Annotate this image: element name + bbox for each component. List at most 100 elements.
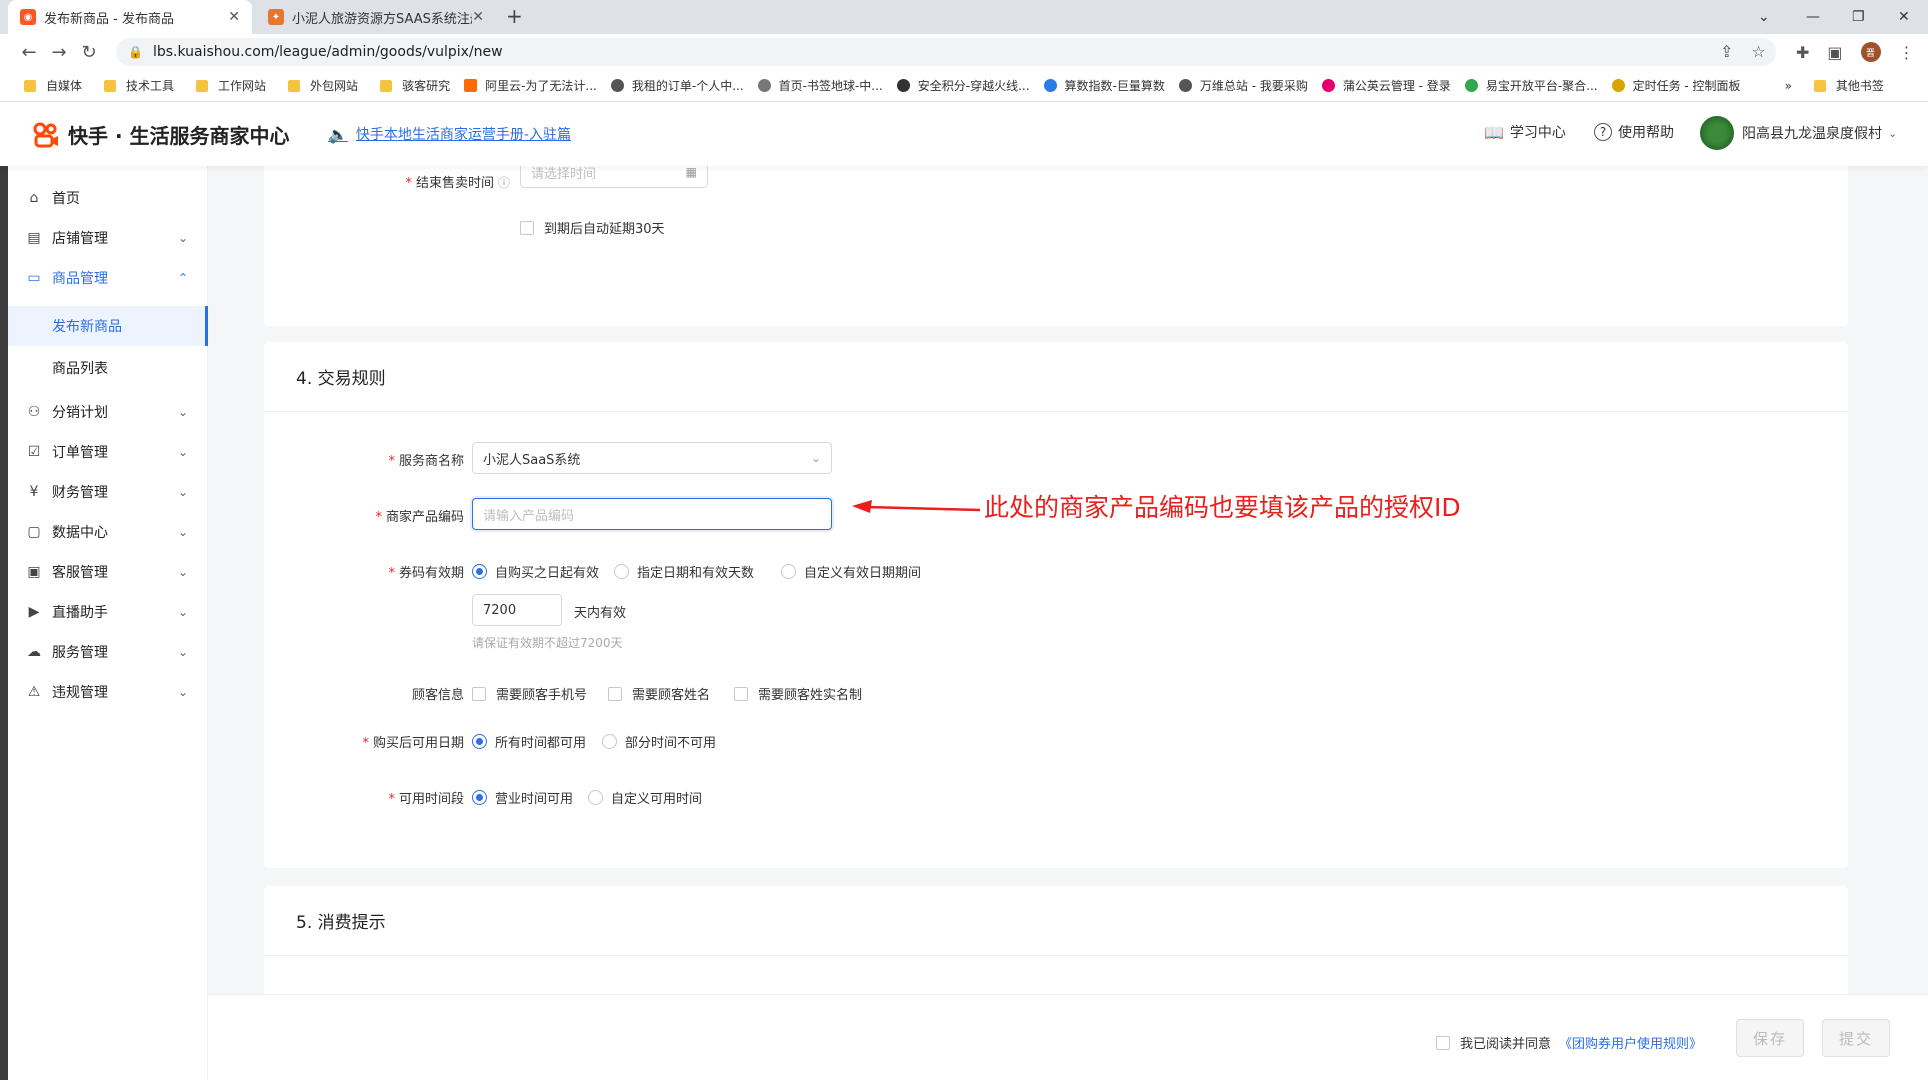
close-icon[interactable]: ✕ — [228, 9, 240, 25]
bookmark-item[interactable]: 蒲公英云管理 - 登录 — [1321, 77, 1451, 94]
bookmark-item[interactable]: 骇客研究 — [380, 77, 450, 94]
provider-select[interactable]: 小泥人SaaS系统 ⌄ — [472, 442, 832, 474]
merchant-account[interactable]: 阳高县九龙温泉度假村 ⌄ — [1700, 116, 1897, 150]
sidebar-item-violation[interactable]: ⚠ 违规管理 ⌄ — [8, 672, 208, 712]
tab-search-icon[interactable]: ⌄ — [1758, 0, 1770, 34]
window-close-icon[interactable]: ✕ — [1898, 0, 1910, 34]
yeepay-icon — [1464, 79, 1478, 92]
store-icon: ▤ — [27, 230, 41, 246]
rules-link[interactable]: 《团购券用户使用规则》 — [1559, 1033, 1702, 1052]
end-time-label: * 结束售卖时间 ⓘ — [405, 176, 510, 191]
tab-saas-register[interactable]: ✦ 小泥人旅游资源方SAAS系统注册 ✕ — [256, 0, 496, 34]
divider — [264, 411, 1848, 412]
bookmark-item[interactable]: 万维总站 - 我要采购 — [1178, 77, 1308, 94]
learning-center-link[interactable]: 📖 学习中心 — [1484, 122, 1566, 142]
reload-icon[interactable]: ↻ — [74, 42, 104, 63]
panel-icon — [1611, 79, 1625, 92]
validity-days-input[interactable]: 7200 — [472, 594, 562, 626]
radio-dot[interactable] — [781, 564, 796, 579]
sidebar-subitem-list[interactable]: 商品列表 — [8, 348, 208, 388]
share-icon[interactable]: ⇪ — [1720, 42, 1733, 61]
other-bookmarks[interactable]: 其他书签 — [1813, 77, 1884, 94]
bookmark-item[interactable]: 算数指数-巨量算数 — [1043, 77, 1165, 94]
close-icon[interactable]: ✕ — [472, 9, 484, 25]
sidebar-item-service-mgmt[interactable]: ☁ 服务管理 ⌄ — [8, 632, 208, 672]
submit-button[interactable]: 提交 — [1822, 1019, 1890, 1057]
sidebar-subitem-publish[interactable]: 发布新商品 — [8, 306, 208, 346]
radio-dot[interactable] — [472, 790, 487, 805]
restore-icon[interactable]: ❐ — [1852, 0, 1865, 34]
validity-option-from-purchase[interactable]: 自购买之日起有效 — [472, 562, 599, 581]
help-icon: ? — [1594, 123, 1612, 141]
tab-publish-goods[interactable]: ◉ 发布新商品 - 发布商品 ✕ — [8, 0, 252, 34]
help-link[interactable]: ? 使用帮助 — [1594, 122, 1674, 142]
sidebar-item-home[interactable]: ⌂ 首页 — [8, 178, 208, 218]
checkbox-box[interactable] — [472, 686, 486, 701]
card-consumption-tips: 5. 消费提示 — [264, 886, 1848, 994]
checkbox-box[interactable] — [608, 686, 622, 701]
sidebar-item-orders[interactable]: ☑ 订单管理 ⌄ — [8, 432, 208, 472]
minimize-icon[interactable]: — — [1806, 0, 1820, 34]
bookmark-item[interactable]: 阿里云-为了无法计... — [464, 77, 597, 94]
back-icon[interactable]: ← — [14, 42, 44, 63]
notice-link[interactable]: 🔈 快手本地生活商家运营手册-入驻篇 — [328, 124, 571, 144]
need-phone-checkbox[interactable]: 需要顾客手机号 — [472, 684, 587, 703]
star-icon[interactable]: ☆ — [1751, 42, 1765, 61]
sidebar-item-live[interactable]: ▶ 直播助手 ⌄ — [8, 592, 208, 632]
bookmark-item[interactable]: 自媒体 — [24, 77, 82, 94]
url-field[interactable]: 🔒 lbs.kuaishou.com/league/admin/goods/vu… — [116, 38, 1776, 66]
globe-icon — [757, 79, 771, 92]
sidepanel-icon[interactable]: ▣ — [1827, 43, 1842, 62]
globe-icon — [610, 79, 624, 92]
usable-time-business[interactable]: 营业时间可用 — [472, 788, 573, 807]
bookmark-item[interactable]: 定时任务 - 控制面板 — [1611, 77, 1741, 94]
bookmark-item[interactable]: 技术工具 — [104, 77, 174, 94]
sidebar-item-distribution[interactable]: ⚇ 分销计划 ⌄ — [8, 392, 208, 432]
folder-icon — [104, 79, 117, 92]
checkbox-box[interactable] — [734, 686, 748, 701]
sidebar-item-finance[interactable]: ¥ 财务管理 ⌄ — [8, 472, 208, 512]
usable-date-partial[interactable]: 部分时间不可用 — [602, 732, 716, 751]
usable-time-custom[interactable]: 自定义可用时间 — [588, 788, 702, 807]
bookmark-item[interactable]: 我租的订单-个人中... — [610, 77, 744, 94]
sidebar-item-store[interactable]: ▤ 店铺管理 ⌄ — [8, 218, 208, 258]
end-time-picker[interactable]: 请选择时间 ▦ — [520, 166, 708, 188]
agree-checkbox[interactable]: 我已阅读并同意 《团购券用户使用规则》 — [1436, 1033, 1702, 1052]
bookmark-item[interactable]: 首页-书签地球-中... — [757, 77, 883, 94]
left-edge-strip — [0, 166, 8, 1080]
radio-dot[interactable] — [602, 734, 617, 749]
radio-dot[interactable] — [472, 734, 487, 749]
chevron-down-icon: ⌄ — [177, 645, 188, 659]
brand-logo[interactable]: 快手 · 生活服务商家中心 — [32, 120, 290, 149]
extensions-icon[interactable]: ✚ — [1796, 43, 1809, 62]
need-realname-checkbox[interactable]: 需要顾客姓实名制 — [734, 684, 862, 703]
book-icon: 📖 — [1484, 122, 1504, 142]
save-button[interactable]: 保存 — [1736, 1019, 1804, 1057]
sidebar-item-customer-service[interactable]: ▣ 客服管理 ⌄ — [8, 552, 208, 592]
bookmark-item[interactable]: 外包网站 — [288, 77, 358, 94]
radio-dot[interactable] — [588, 790, 603, 805]
radio-dot[interactable] — [472, 564, 487, 579]
auto-extend-checkbox[interactable]: 到期后自动延期30天 — [520, 218, 665, 237]
checkbox-box[interactable] — [520, 220, 534, 235]
new-tab-icon[interactable]: + — [506, 4, 523, 28]
usable-date-all[interactable]: 所有时间都可用 — [472, 732, 586, 751]
chevron-down-icon: ⌄ — [177, 605, 188, 619]
bookmarks-more[interactable]: » — [1785, 79, 1792, 93]
bookmark-item[interactable]: 易宝开放平台-聚合... — [1464, 77, 1598, 94]
menu-icon[interactable]: ⋮ — [1899, 43, 1915, 62]
profile-avatar[interactable]: 晋 — [1860, 42, 1881, 62]
checkbox-box[interactable] — [1436, 1035, 1450, 1050]
validity-option-custom[interactable]: 自定义有效日期期间 — [781, 562, 921, 581]
forward-icon[interactable]: → — [44, 42, 74, 63]
bookmark-item[interactable]: 工作网站 — [196, 77, 266, 94]
need-name-checkbox[interactable]: 需要顾客姓名 — [608, 684, 710, 703]
sidebar-item-data[interactable]: ▢ 数据中心 ⌄ — [8, 512, 208, 552]
radio-dot[interactable] — [614, 564, 629, 579]
product-code-input[interactable]: 请输入产品编码 — [472, 498, 832, 530]
bookmark-item[interactable]: 安全积分-穿越火线... — [896, 77, 1030, 94]
card-trade-rules: 4. 交易规则 * 服务商名称 小泥人SaaS系统 ⌄ * 商家产品编码 请输入产品… — [264, 342, 1848, 868]
divider — [264, 955, 1848, 956]
sidebar-item-goods[interactable]: ▭ 商品管理 ⌃ — [8, 258, 208, 298]
validity-option-specified[interactable]: 指定日期和有效天数 — [614, 562, 754, 581]
